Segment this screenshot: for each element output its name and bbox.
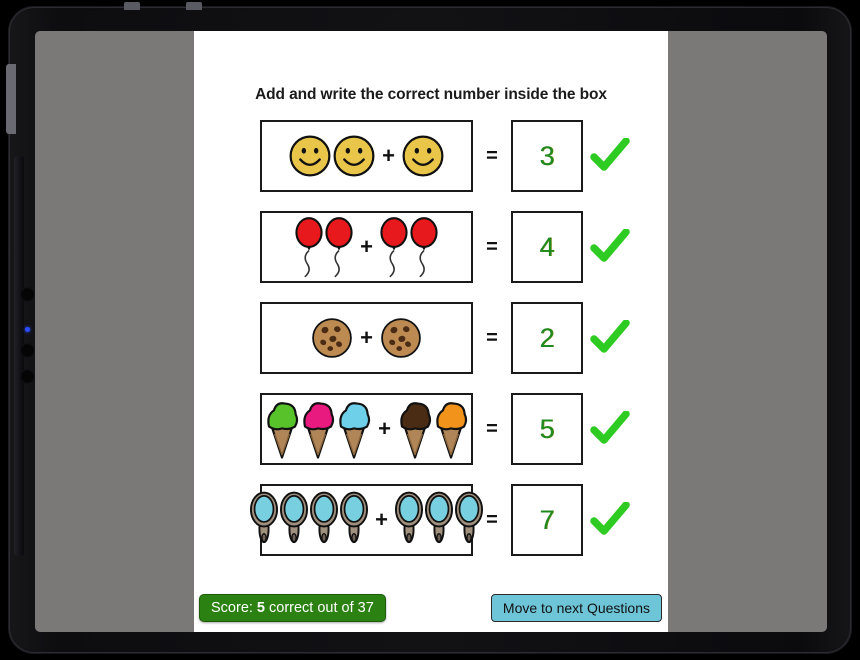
answer-input[interactable]: 5: [511, 393, 583, 465]
objects-box: +: [260, 302, 473, 374]
plus-sign: +: [375, 507, 388, 532]
problem-row: + = 2: [194, 301, 668, 375]
bottom-bar: Score: 5 correct out of 37 Move to next …: [194, 592, 668, 624]
answer-status-icon: [583, 411, 637, 447]
ice-cream-cone-icon: [339, 402, 371, 459]
balloon-icon: [325, 216, 353, 277]
hand-mirror-icon: [340, 491, 369, 544]
tablet-screen: Add and write the correct number inside …: [35, 31, 827, 632]
score-label: Score:: [211, 600, 253, 616]
sensor-dot-icon: [20, 343, 35, 358]
problem-list: + = 3 + = 4 + = 2 + = 5 + = 7: [194, 119, 668, 574]
answer-status-icon: [583, 320, 637, 356]
answer-input[interactable]: 2: [511, 302, 583, 374]
equals-sign: =: [486, 326, 498, 349]
problem-row: + = 4: [194, 210, 668, 284]
correct-check-icon: [590, 411, 630, 444]
answer-input[interactable]: 3: [511, 120, 583, 192]
hand-mirror-icon: [310, 491, 339, 544]
plus-sign: +: [378, 416, 391, 441]
right-object-group: [379, 216, 439, 278]
status-badge: Score: 5 correct out of 37: [199, 594, 386, 622]
objects-box: +: [250, 484, 483, 556]
status-led-indicator: [25, 327, 30, 332]
balloon-icon: [295, 216, 323, 277]
answer-status-icon: [583, 502, 637, 538]
answer-status-icon: [583, 138, 637, 174]
hand-mirror-icon: [394, 491, 423, 544]
answer-status-icon: [583, 229, 637, 265]
cookie-icon: [381, 318, 421, 358]
right-object-group: [401, 134, 445, 178]
left-object-group: [264, 398, 372, 460]
page-title: Add and write the correct number inside …: [255, 86, 607, 103]
score-value: 5: [256, 600, 265, 616]
right-object-group: [397, 398, 469, 460]
objects-box: +: [260, 393, 473, 465]
plus-sign: +: [360, 325, 373, 350]
left-object-group: [288, 134, 376, 178]
objects-box: +: [260, 120, 473, 192]
left-object-group: [310, 316, 354, 360]
move-to-next-questions-button[interactable]: Move to next Questions: [490, 594, 662, 622]
right-object-group: [394, 490, 484, 550]
equals-sign: =: [486, 508, 498, 531]
hand-mirror-icon: [250, 491, 279, 544]
worksheet-page: Add and write the correct number inside …: [194, 31, 668, 632]
correct-check-icon: [590, 320, 630, 353]
equals-sign: =: [486, 235, 498, 258]
ice-cream-cone-icon: [267, 402, 299, 459]
plus-sign: +: [360, 234, 373, 259]
balloon-icon: [380, 216, 408, 277]
equals-sign: =: [486, 417, 498, 440]
top-hardware-nub-right: [186, 2, 202, 10]
hand-mirror-icon: [424, 491, 453, 544]
plus-sign: +: [382, 143, 395, 168]
top-hardware-nub-left: [124, 2, 140, 10]
smiley-face-icon: [402, 135, 444, 177]
problem-row: + = 3: [194, 119, 668, 193]
left-object-group: [249, 490, 369, 550]
score-suffix: correct out of 37: [269, 600, 374, 616]
ice-cream-cone-icon: [303, 402, 335, 459]
tablet-device: Add and write the correct number inside …: [6, 2, 852, 654]
ice-cream-cone-icon: [436, 402, 468, 459]
problem-row: + = 7: [194, 483, 668, 557]
hand-mirror-icon: [280, 491, 309, 544]
cookie-icon: [312, 318, 352, 358]
equals-sign: =: [486, 144, 498, 167]
answer-input[interactable]: 7: [511, 484, 583, 556]
smiley-face-icon: [333, 135, 375, 177]
side-power-button[interactable]: [6, 64, 16, 134]
correct-check-icon: [590, 138, 630, 171]
ice-cream-cone-icon: [400, 402, 432, 459]
front-camera-icon: [20, 287, 35, 302]
left-object-group: [294, 216, 354, 278]
problem-row: + = 5: [194, 392, 668, 466]
answer-input[interactable]: 4: [511, 211, 583, 283]
objects-box: +: [260, 211, 473, 283]
right-object-group: [379, 316, 423, 360]
smiley-face-icon: [289, 135, 331, 177]
correct-check-icon: [590, 229, 630, 262]
sensor-dot-secondary-icon: [20, 369, 35, 384]
correct-check-icon: [590, 502, 630, 535]
balloon-icon: [410, 216, 438, 277]
